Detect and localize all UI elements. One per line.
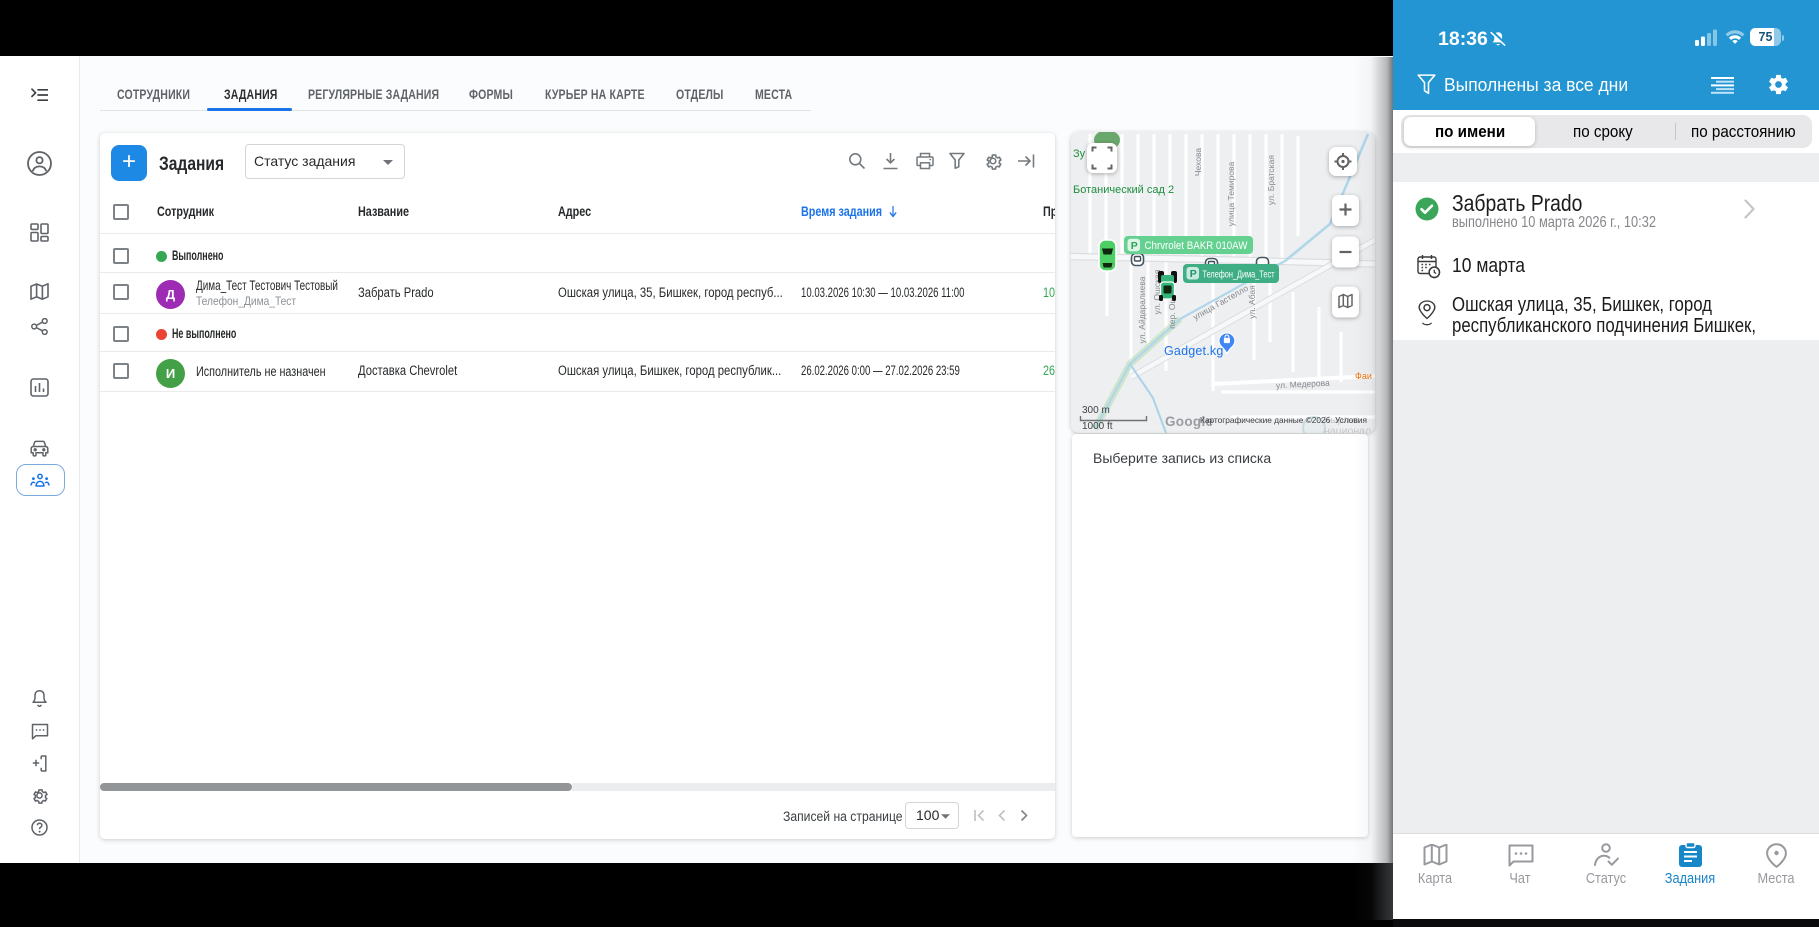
svg-text:ул. Братская: ул. Братская xyxy=(1266,155,1276,205)
svg-text:улица Темирова: улица Темирова xyxy=(1226,162,1236,227)
svg-text:Ботанический сад 2: Ботанический сад 2 xyxy=(1073,184,1174,196)
svg-text:P: P xyxy=(1190,268,1197,280)
svg-text:ул. Айдаралиева: ул. Айдаралиева xyxy=(1137,276,1147,343)
svg-text:Chrvrolet BAKR 010AW: Chrvrolet BAKR 010AW xyxy=(1145,240,1249,252)
svg-text:Зу: Зу xyxy=(1073,148,1086,160)
svg-text:300 m: 300 m xyxy=(1082,405,1110,416)
svg-text:P: P xyxy=(1131,240,1138,252)
svg-text:Картографические данные ©2026: Картографические данные ©2026 xyxy=(1200,415,1331,425)
svg-text:Телефон_Дима_Тест: Телефон_Дима_Тест xyxy=(1203,269,1275,281)
svg-text:1000 ft: 1000 ft xyxy=(1082,421,1113,432)
svg-text:Gadget.kg: Gadget.kg xyxy=(1164,344,1223,358)
svg-text:Чехова: Чехова xyxy=(1193,148,1203,177)
